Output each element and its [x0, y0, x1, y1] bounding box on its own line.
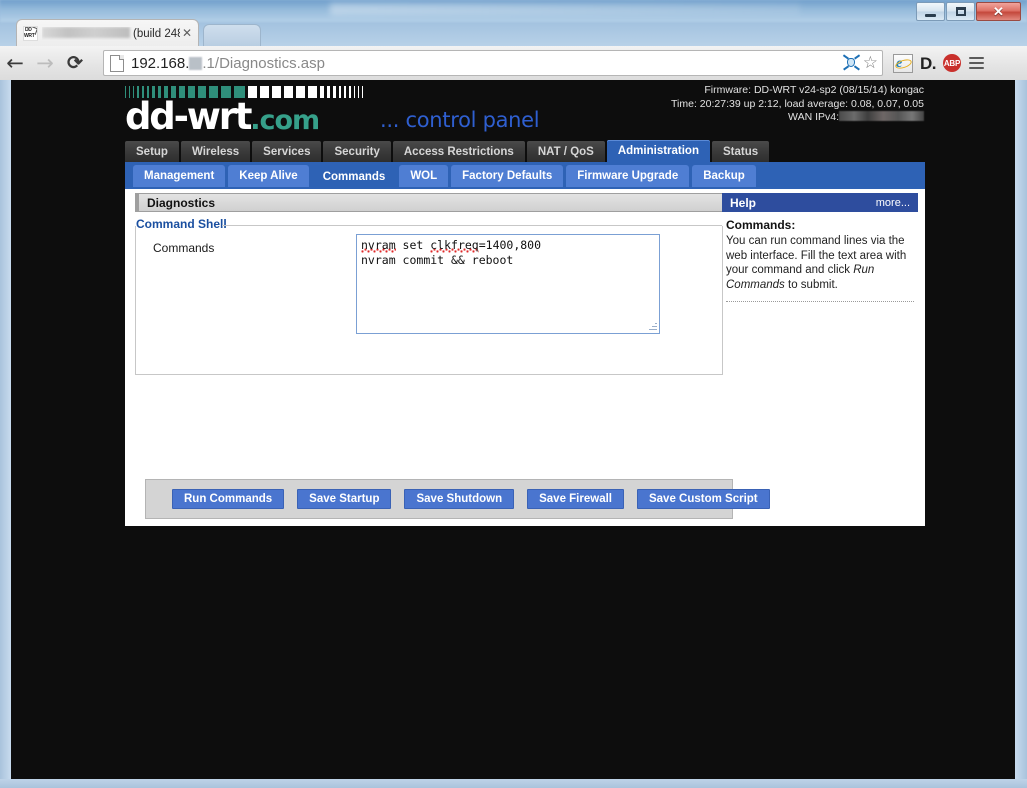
new-tab-button[interactable]: [203, 24, 261, 46]
forward-button[interactable]: →: [30, 49, 60, 77]
logo-bar-segment: [344, 86, 346, 98]
sub-tab-factory-defaults[interactable]: Factory Defaults: [451, 165, 564, 187]
cmd-token-nvram: nvram: [361, 238, 396, 252]
save-shutdown-button[interactable]: Save Shutdown: [404, 489, 515, 509]
reload-icon: ⟳: [67, 52, 83, 74]
logo-bar-segment: [358, 86, 359, 98]
logo-com: .com: [250, 105, 320, 136]
run-commands-button[interactable]: Run Commands: [172, 489, 285, 509]
cmd-token-clkfreq: clkfreq: [430, 238, 479, 252]
close-icon: ✕: [993, 4, 1004, 19]
browser-toolbar: ← → ⟳ 192.168. .1/Diagnostics.asp ☆ e D. …: [0, 46, 1027, 81]
bookmark-star-icon[interactable]: ☆: [863, 54, 878, 72]
firmware-line: Firmware: DD-WRT v24-sp2 (08/15/14) kong…: [704, 84, 924, 96]
help-header: Help more...: [722, 193, 918, 212]
logo-bar-segment: [320, 86, 324, 98]
help-divider: [726, 301, 914, 302]
extension-icons: e D. ABP: [893, 50, 985, 76]
logo-bar-segment: [362, 86, 363, 98]
tab-close-icon[interactable]: ✕: [180, 26, 194, 40]
command-shell-fieldset: Command Shell Commands nvram set clkfreq…: [135, 217, 723, 375]
main-tab-security[interactable]: Security: [323, 141, 391, 162]
logo-bar-segment: [339, 86, 341, 98]
ddwrt-header: dd-wrt.com ... control panel Firmware: D…: [112, 84, 924, 138]
browser-tab-title: (build 24865M): [42, 26, 180, 40]
sub-tab-commands[interactable]: Commands: [311, 165, 397, 189]
uptime-line: Time: 20:27:39 up 2:12, load average: 0.…: [671, 97, 924, 110]
commands-label: Commands: [153, 241, 215, 255]
address-bar-url: 192.168. .1/Diagnostics.asp: [131, 55, 843, 72]
help-body-text: You can run command lines via the web in…: [726, 235, 907, 291]
sub-tab-bar: Management Keep Alive Commands WOL Factory D…: [125, 162, 925, 189]
logo-bar-segment: [354, 86, 355, 98]
content-panel: Diagnostics Command Shell Commands nvram…: [125, 189, 925, 526]
browser-window: ✕ DD WRT (build 24865M) ✕ ← → ⟳ 192.168.…: [0, 0, 1027, 788]
help-heading: Commands:: [726, 218, 796, 232]
redacted-wan-ip: [839, 111, 924, 121]
main-tab-services[interactable]: Services: [252, 141, 322, 162]
sub-tab-wol[interactable]: WOL: [399, 165, 449, 187]
redacted-router-name: [42, 26, 130, 38]
logo-bar-segment: [308, 86, 317, 98]
main-tab-bar: Setup Wireless Services Security Access Rest…: [125, 140, 771, 162]
browser-tab-active[interactable]: DD WRT (build 24865M) ✕: [16, 19, 199, 46]
save-custom-script-button[interactable]: Save Custom Script: [636, 489, 770, 509]
redacted-ip-octet: [189, 56, 203, 70]
textarea-resize-grip[interactable]: [648, 322, 657, 331]
bug-icon[interactable]: [842, 54, 860, 71]
forward-icon: →: [36, 50, 54, 75]
logo-bar-segment: [284, 86, 293, 98]
help-title: Help: [730, 195, 757, 210]
diigo-icon[interactable]: D.: [920, 55, 937, 72]
main-tab-setup[interactable]: Setup: [125, 141, 179, 162]
url-prefix: 192.168.: [131, 54, 190, 72]
main-tab-nat-qos[interactable]: NAT / QoS: [526, 141, 605, 162]
wan-ip-line: WAN IPv4:: [671, 111, 924, 125]
back-button[interactable]: ←: [0, 49, 30, 77]
logo-bar-segment: [260, 86, 269, 98]
sub-tab-backup[interactable]: Backup: [692, 165, 756, 187]
command-line-2: nvram commit && reboot: [361, 252, 514, 267]
ie-tab-icon[interactable]: e: [893, 53, 913, 73]
main-tab-status[interactable]: Status: [711, 141, 770, 162]
page-title: Diagnostics: [135, 193, 723, 212]
main-tab-wireless[interactable]: Wireless: [180, 141, 251, 162]
chrome-menu-icon[interactable]: [968, 55, 985, 71]
ddwrt-favicon: DD WRT: [23, 25, 38, 41]
page-icon: [110, 54, 124, 72]
browser-tabstrip: DD WRT (build 24865M) ✕: [0, 19, 1027, 46]
help-more-link[interactable]: more...: [876, 197, 910, 209]
sub-tab-firmware-upgrade[interactable]: Firmware Upgrade: [566, 165, 690, 187]
logo-bar-segment: [333, 86, 336, 98]
main-tab-administration[interactable]: Administration: [606, 140, 710, 162]
logo-bar-segment: [327, 86, 330, 98]
help-panel: Help more... Commands: You can run comma…: [722, 189, 918, 302]
address-bar[interactable]: 192.168. .1/Diagnostics.asp ☆: [103, 50, 883, 76]
logo-bar-segment: [272, 86, 281, 98]
reload-button[interactable]: ⟳: [60, 49, 90, 77]
control-panel-label: ... control panel: [380, 108, 540, 132]
tab-build-label: (build 24865M): [133, 27, 180, 40]
ddwrt-logo: dd-wrt.com: [125, 95, 320, 140]
save-firewall-button[interactable]: Save Firewall: [527, 489, 624, 509]
sub-tab-management[interactable]: Management: [133, 165, 226, 187]
save-startup-button[interactable]: Save Startup: [297, 489, 392, 509]
main-tab-access-restrictions[interactable]: Access Restrictions: [392, 141, 525, 162]
logo-main: dd-wrt: [125, 95, 252, 138]
action-button-bar: Run Commands Save Startup Save Shutdown Sav…: [145, 479, 770, 519]
command-shell-legend: Command Shell: [136, 217, 234, 231]
adblock-plus-icon[interactable]: ABP: [943, 54, 961, 72]
wan-ip-label: WAN IPv4:: [788, 111, 839, 123]
sub-tab-keep-alive[interactable]: Keep Alive: [228, 165, 309, 187]
page-viewport: dd-wrt.com ... control panel Firmware: D…: [11, 80, 1015, 779]
commands-textarea[interactable]: nvram set clkfreq=1400,800 nvram commit …: [356, 234, 660, 334]
url-suffix: .1/Diagnostics.asp: [202, 54, 325, 72]
system-info: Firmware: DD-WRT v24-sp2 (08/15/14) kong…: [671, 84, 924, 125]
ddwrt-page: dd-wrt.com ... control panel Firmware: D…: [11, 80, 1015, 779]
command-line-1: nvram set clkfreq=1400,800: [361, 238, 542, 252]
logo-bar-segment: [349, 86, 351, 98]
logo-bar-segment: [296, 86, 305, 98]
back-icon: ←: [6, 50, 24, 75]
